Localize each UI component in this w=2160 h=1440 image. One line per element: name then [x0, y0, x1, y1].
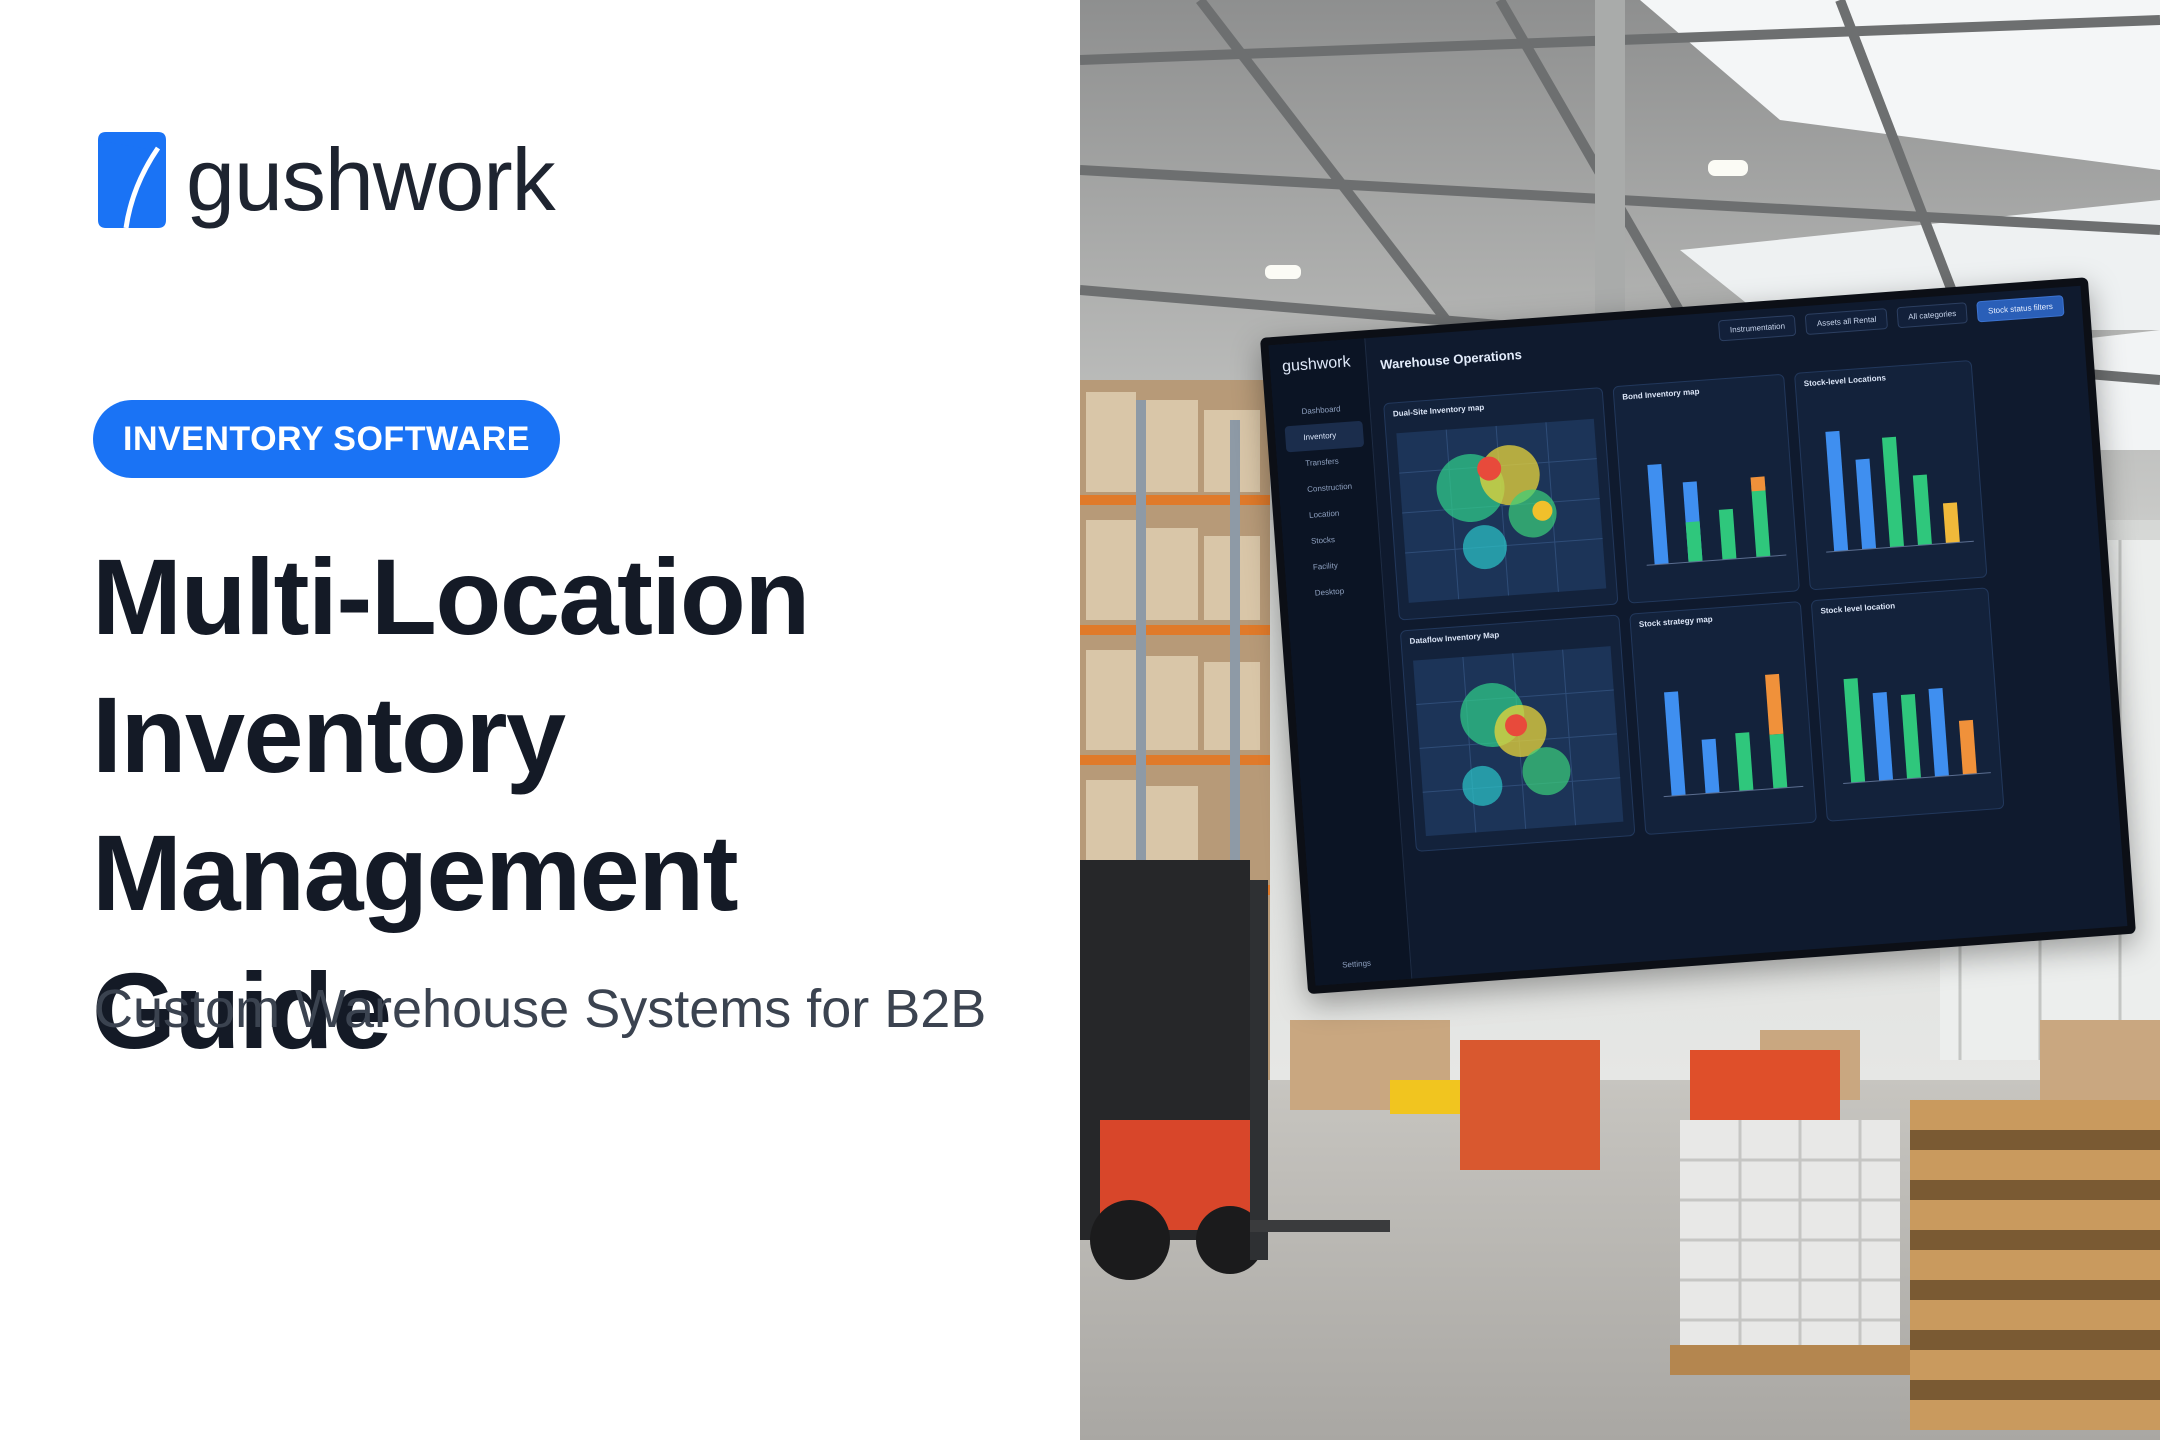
screen-nav: Dashboard Inventory Transfers Constructi… [1283, 395, 1376, 608]
filter-pill-2[interactable]: Assets all Rental [1805, 308, 1889, 335]
gushwork-logo-icon [98, 132, 166, 229]
bar-graphic [1843, 678, 1991, 784]
panel-bar-1: Bond Inventory map [1612, 373, 1800, 604]
nav-item-settings[interactable]: Settings [1342, 959, 1371, 970]
panel-heatmap-2: Dataflow Inventory Map [1399, 614, 1636, 852]
bar-graphic [1646, 463, 1787, 566]
filter-pill-3[interactable]: All categories [1896, 302, 1968, 329]
heatmap-graphic [1413, 646, 1624, 837]
brand-logo[interactable]: gushwork [92, 128, 556, 232]
heatmap-graphic [1396, 418, 1607, 603]
brand-name: gushwork [186, 130, 556, 229]
panel-bar-2: Stock-level Locations [1793, 359, 1988, 591]
bar-graphic [1663, 673, 1804, 798]
nav-item-desktop[interactable]: Desktop [1296, 576, 1376, 608]
hero-text-panel: gushwork INVENTORY SOFTWARE Multi-Locati… [0, 0, 1080, 1440]
filter-pill-4[interactable]: Stock status filters [1976, 295, 2065, 323]
dashboard-screen: gushwork Dashboard Inventory Transfers C… [1268, 285, 2128, 986]
title-line-2: Inventory [92, 674, 566, 795]
bar-graphic [1825, 430, 1974, 553]
screen-toolbar: Instrumentation Assets all Rental All ca… [1718, 295, 2065, 342]
screen-logo: gushwork [1281, 353, 1352, 376]
category-badge[interactable]: INVENTORY SOFTWARE [93, 400, 560, 478]
panel-bar-3: Stock strategy map [1629, 601, 1817, 836]
filter-pill-1[interactable]: Instrumentation [1718, 314, 1797, 342]
panel-heatmap-1: Dual-Site Inventory map [1383, 387, 1619, 621]
dashboard-monitor: gushwork Dashboard Inventory Transfers C… [1260, 277, 2136, 995]
panel-bar-4: Stock level location [1810, 587, 2005, 822]
title-line-1: Multi-Location [92, 536, 810, 657]
warehouse-photo: gushwork Dashboard Inventory Transfers C… [1080, 0, 2160, 1440]
page-subtitle: Custom Warehouse Systems for B2B [94, 979, 987, 1039]
screen-title: Warehouse Operations [1379, 346, 1523, 373]
